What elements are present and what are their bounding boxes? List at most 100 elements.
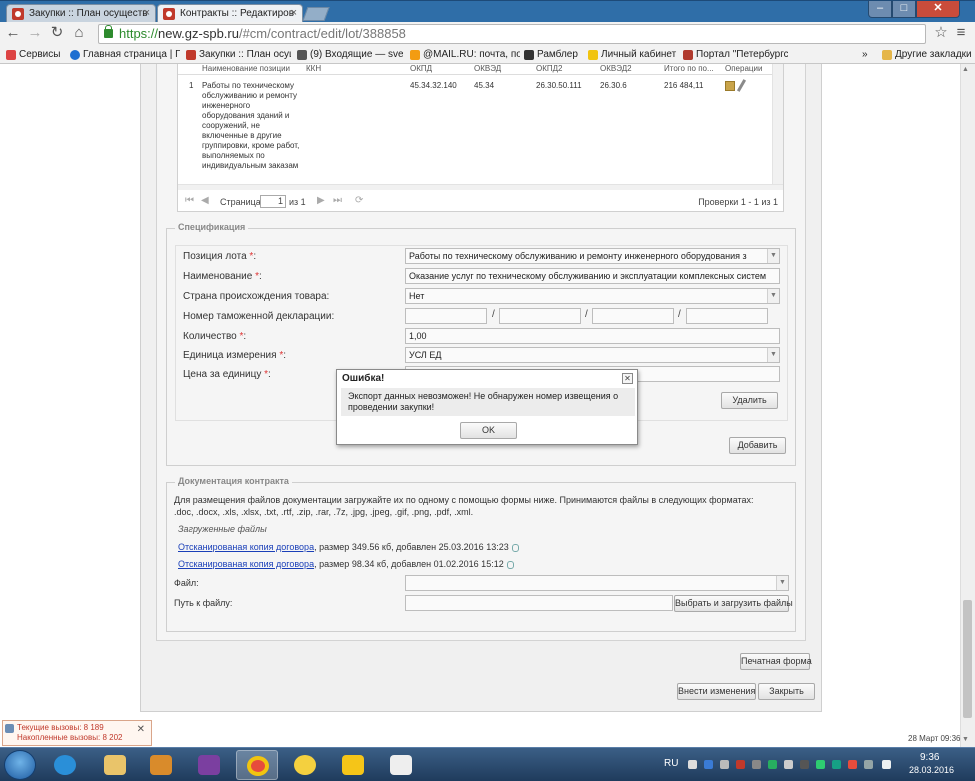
minimize-window-button[interactable]: – (868, 1, 892, 18)
taskbar-app-files[interactable] (140, 750, 182, 780)
taskbar-ie[interactable] (44, 750, 86, 780)
close-window-button[interactable]: ✕ (916, 1, 960, 18)
bookmark-portal[interactable]: Портал "Петербургс (683, 48, 788, 62)
bookmark-services[interactable]: Сервисы (6, 48, 66, 62)
input-value: 1,00 (409, 331, 427, 341)
tab-zakupki[interactable]: Закупки :: План осуществ × (6, 4, 156, 23)
menu-icon[interactable]: ≡ (952, 25, 970, 43)
quantity-input[interactable]: 1,00 (405, 328, 780, 344)
file-link[interactable]: Отсканированая копия договора (178, 542, 314, 552)
col-header-okpd[interactable]: ОКПД (410, 64, 432, 74)
file-link[interactable]: Отсканированая копия договора (178, 559, 314, 569)
bookmark-cabinet[interactable]: Личный кабинет (588, 48, 678, 62)
last-page-icon[interactable]: ⏭ (333, 195, 342, 206)
view-scroll-icon[interactable] (725, 81, 735, 91)
delete-button[interactable]: Удалить (721, 392, 778, 409)
refresh-icon[interactable]: ⟳ (355, 195, 363, 206)
bookmark-zakupki[interactable]: Закупки :: План осущ (186, 48, 291, 62)
maximize-window-button[interactable]: □ (892, 1, 916, 18)
bookmark-main-page[interactable]: Главная страница | Г (70, 48, 180, 62)
tab-contracts[interactable]: Контракты :: Редактиров × (157, 4, 303, 23)
tray-icon[interactable] (768, 760, 777, 769)
tray-flag-icon[interactable] (848, 760, 857, 769)
unit-select[interactable]: УСЛ ЕД ▼ (405, 347, 780, 363)
close-button[interactable]: Закрыть (758, 683, 815, 700)
col-header-name[interactable]: Наименование позиции (202, 64, 290, 74)
home-icon[interactable]: ⌂ (70, 25, 88, 43)
windows-taskbar: RU 9:36 28.03.2016 (0, 747, 975, 781)
price-label: Цена за единицу *: (183, 369, 271, 380)
customs-part3-input[interactable] (592, 308, 674, 324)
col-header-total[interactable]: Итого по по... (664, 64, 714, 74)
close-icon[interactable]: ✕ (137, 725, 145, 735)
edit-pencil-icon[interactable] (736, 79, 747, 92)
paperclip-icon[interactable] (511, 543, 519, 552)
name-input[interactable]: Оказание услуг по техническому обслужива… (405, 268, 780, 284)
ie-icon (54, 755, 76, 775)
file-select[interactable]: ▼ (405, 575, 789, 591)
row-okpd: 45.34.32.140 (410, 81, 457, 90)
grid-horizontal-scrollbar[interactable] (178, 184, 783, 190)
first-page-icon[interactable]: ⏮ (185, 195, 194, 206)
taskbar-explorer[interactable] (94, 750, 136, 780)
grid-vertical-scrollbar[interactable] (772, 64, 783, 184)
address-bar[interactable]: https://new.gz-spb.ru/#cm/contract/edit/… (98, 24, 926, 44)
language-indicator[interactable]: RU (664, 758, 678, 769)
customs-part1-input[interactable] (405, 308, 487, 324)
pager-of: из 1 (289, 197, 306, 207)
bookmark-star-icon[interactable]: ☆ (932, 25, 950, 43)
start-button[interactable] (4, 750, 36, 780)
forward-arrow-icon[interactable]: → (26, 25, 44, 43)
tray-printer-icon[interactable] (688, 760, 697, 769)
paperclip-icon[interactable] (506, 560, 514, 569)
col-header-okved[interactable]: ОКВЭД (474, 64, 501, 74)
col-header-okpd2[interactable]: ОКПД2 (536, 64, 563, 74)
page-scrollbar-thumb[interactable] (963, 600, 972, 718)
tray-network-icon[interactable] (704, 760, 713, 769)
new-tab-button[interactable] (302, 7, 330, 21)
bookmark-mailru[interactable]: @MAIL.RU: почта, по (410, 48, 520, 62)
taskbar-1c[interactable] (284, 750, 326, 780)
back-arrow-icon[interactable]: ← (4, 25, 22, 43)
prev-page-icon[interactable]: ◀ (201, 195, 209, 206)
tray-icon[interactable] (864, 760, 873, 769)
taskbar-app-scan[interactable] (380, 750, 422, 780)
customs-part4-input[interactable] (686, 308, 768, 324)
bookmark-rambler[interactable]: Рамблер (524, 48, 584, 62)
bookmark-other[interactable]: Другие закладки (882, 48, 974, 62)
clock-time[interactable]: 9:36 (920, 752, 939, 763)
scroll-down-icon[interactable]: ▼ (962, 736, 969, 743)
lot-position-select[interactable]: Работы по техническому обслуживанию и ре… (405, 248, 780, 264)
taskbar-app-books[interactable] (188, 750, 230, 780)
ok-button[interactable]: OK (460, 422, 517, 439)
tray-icon[interactable] (720, 760, 729, 769)
file-path-input[interactable] (405, 595, 673, 611)
country-select[interactable]: Нет ▼ (405, 288, 780, 304)
close-tab-icon[interactable]: × (291, 5, 297, 22)
tray-icon[interactable] (832, 760, 841, 769)
save-changes-button[interactable]: Внести изменения (677, 683, 756, 700)
upload-files-button[interactable]: Выбрать и загрузить файлы (674, 595, 793, 612)
page-number-input[interactable]: 1 (260, 195, 286, 208)
col-header-okved2[interactable]: ОКВЭД2 (600, 64, 632, 74)
col-header-kkn[interactable]: ККН (306, 64, 321, 74)
close-icon[interactable]: ✕ (622, 373, 633, 384)
tray-icon[interactable] (816, 760, 825, 769)
close-tab-icon[interactable]: × (144, 5, 150, 22)
taskbar-chrome[interactable] (236, 750, 278, 780)
bookmarks-more[interactable]: » (862, 48, 874, 62)
taskbar-app-yellow[interactable] (332, 750, 374, 780)
add-button[interactable]: Добавить (729, 437, 786, 454)
scroll-up-icon[interactable]: ▲ (962, 66, 969, 73)
bookmark-inbox[interactable]: (9) Входящие — svetl (297, 48, 403, 62)
volume-icon[interactable] (882, 760, 891, 769)
tray-icon[interactable] (752, 760, 761, 769)
tray-icon[interactable] (736, 760, 745, 769)
tray-icon[interactable] (800, 760, 809, 769)
clock-date[interactable]: 28.03.2016 (909, 765, 954, 775)
print-form-button[interactable]: Печатная форма (740, 653, 812, 670)
tray-icon[interactable] (784, 760, 793, 769)
reload-icon[interactable]: ↻ (48, 25, 66, 43)
next-page-icon[interactable]: ▶ (317, 195, 325, 206)
customs-part2-input[interactable] (499, 308, 581, 324)
